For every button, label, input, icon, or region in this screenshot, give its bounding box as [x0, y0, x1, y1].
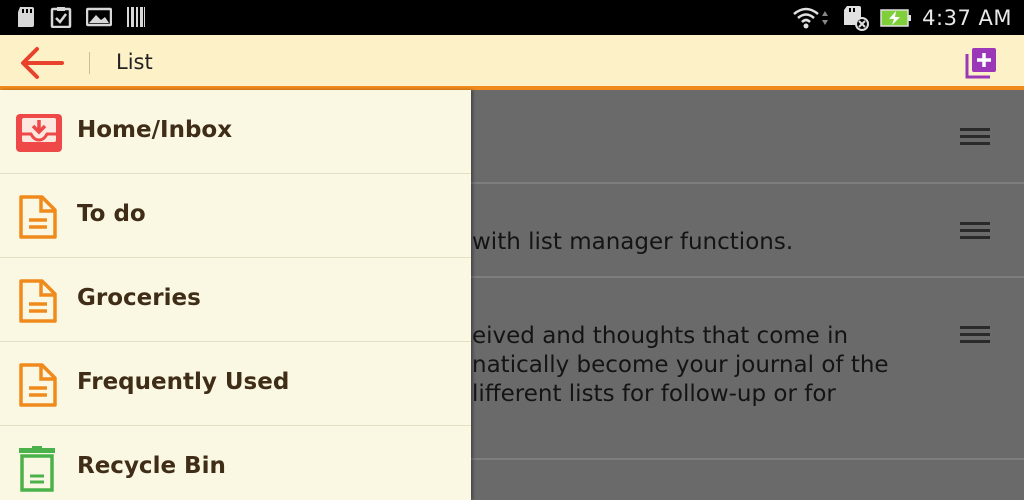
- divider: [89, 52, 90, 74]
- add-list-button[interactable]: [964, 46, 998, 80]
- list-item-text: lifferent lists for follow-up or for: [472, 381, 836, 407]
- clock: 4:37 AM: [922, 5, 1012, 30]
- navigation-drawer: Home/Inbox To do Groceries Frequently Us…: [0, 90, 471, 500]
- list-item-text: eived and thoughts that come in: [472, 323, 849, 349]
- drawer-item-label: Frequently Used: [77, 369, 290, 395]
- drag-handle-icon[interactable]: [960, 128, 990, 148]
- drawer-item-to-do[interactable]: To do: [0, 174, 471, 258]
- sd-card-error-icon: [844, 5, 870, 31]
- document-icon: [19, 363, 57, 407]
- battery-charging-icon: [880, 8, 912, 27]
- drawer-item-label: To do: [77, 201, 146, 227]
- wifi-icon: [793, 7, 829, 28]
- sd-card-icon: [18, 7, 34, 27]
- arrow-left-icon: [21, 47, 64, 79]
- document-icon: [19, 279, 57, 323]
- drag-handle-icon[interactable]: [960, 326, 990, 346]
- drawer-item-groceries[interactable]: Groceries: [0, 258, 471, 342]
- clipboard-icon: [50, 7, 72, 28]
- status-bar: 4:37 AM: [0, 0, 1024, 35]
- back-button[interactable]: [18, 45, 66, 81]
- document-icon: [19, 195, 57, 239]
- drawer-item-label: Home/Inbox: [77, 117, 233, 143]
- list-item-text: with list manager functions.: [472, 229, 794, 255]
- barcode-icon: [127, 7, 145, 27]
- drawer-item-label: Recycle Bin: [77, 453, 226, 479]
- drawer-item-label: Groceries: [77, 285, 201, 311]
- image-icon: [86, 7, 112, 27]
- drawer-item-frequently-used[interactable]: Frequently Used: [0, 342, 471, 426]
- drag-handle-icon[interactable]: [960, 222, 990, 242]
- system-icons: 4:37 AM: [792, 0, 1012, 35]
- notification-icons: [16, 6, 146, 28]
- page-title: List: [116, 50, 153, 74]
- inbox-icon: [16, 114, 62, 152]
- action-bar: List: [0, 35, 1024, 90]
- drawer-item-home-inbox[interactable]: Home/Inbox: [0, 90, 471, 174]
- add-box-icon: [965, 48, 996, 79]
- trash-icon: [19, 446, 55, 492]
- drawer-item-recycle-bin[interactable]: Recycle Bin: [0, 426, 471, 500]
- list-item-text: natically become your journal of the: [472, 352, 889, 378]
